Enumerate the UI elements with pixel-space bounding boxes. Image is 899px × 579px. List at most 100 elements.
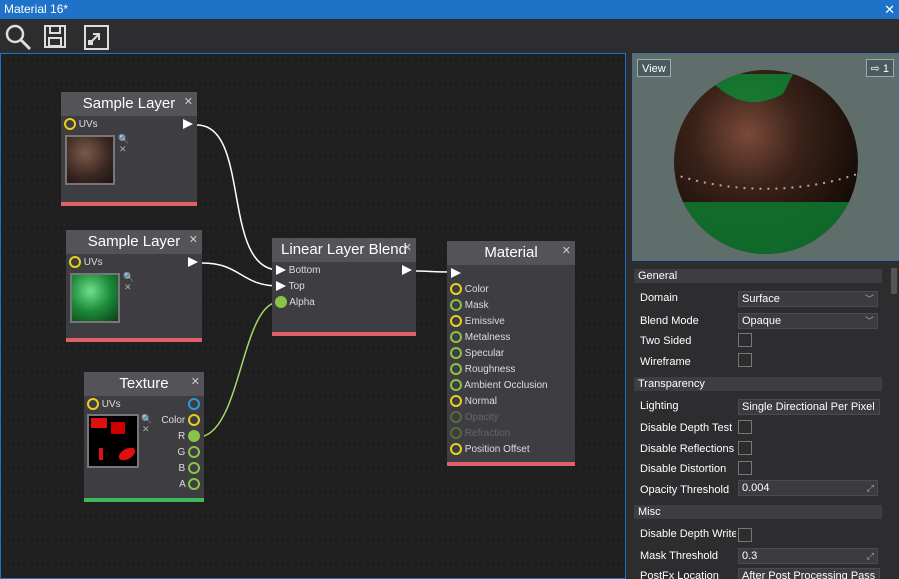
node-footer: [272, 332, 416, 336]
pin-label: B: [178, 463, 186, 474]
output-pin[interactable]: [188, 256, 198, 270]
close-node-icon[interactable]: ✕: [184, 90, 193, 114]
texture-node[interactable]: Texture ✕ UVs Color R G B A 🔍 ✕: [84, 372, 204, 502]
postfx-location-select[interactable]: After Post Processing Pass: [738, 568, 880, 579]
domain-select[interactable]: Surface ﹀: [738, 291, 878, 307]
opacity-threshold-label: Opacity Threshold: [640, 484, 730, 496]
clear-icon[interactable]: ✕: [142, 424, 150, 435]
pin-label: UVs: [83, 257, 103, 268]
wireframe-checkbox[interactable]: [738, 353, 752, 367]
save-icon[interactable]: [42, 23, 70, 51]
pin-label: Roughness: [464, 364, 516, 375]
texture-thumbnail: [87, 414, 139, 468]
layer-thumbnail: [65, 135, 115, 185]
emissive-input-pin[interactable]: Emissive: [450, 315, 505, 329]
position-offset-input-pin[interactable]: Position Offset: [450, 443, 530, 457]
mask-threshold-label: Mask Threshold: [640, 550, 719, 562]
uvs-input-pin[interactable]: UVs: [69, 256, 103, 270]
top-input-pin[interactable]: Top: [276, 280, 305, 294]
clear-icon[interactable]: ✕: [119, 144, 127, 155]
section-general[interactable]: General: [634, 269, 882, 283]
node-graph-canvas[interactable]: Sample Layer ✕ UVs 🔍 ✕ Sample Layer ✕ UVs …: [0, 53, 626, 579]
b-output-pin[interactable]: B: [179, 462, 200, 476]
lighting-select[interactable]: Single Directional Per Pixel: [738, 399, 880, 415]
window-title: Material 16*: [4, 2, 69, 16]
pin-label: G: [177, 447, 186, 458]
chevron-down-icon: ﹀: [864, 316, 874, 326]
drag-handle-icon[interactable]: ⤢: [867, 481, 874, 495]
blend-mode-label: Blend Mode: [640, 315, 699, 327]
node-footer: [61, 202, 197, 206]
sample-layer-node-2[interactable]: Sample Layer ✕ UVs 🔍 ✕: [66, 230, 202, 342]
pin-label: Color: [464, 284, 489, 295]
properties-panel[interactable]: General Domain Surface ﹀ Blend Mode Opaqu…: [632, 266, 899, 579]
node-title: Texture: [119, 375, 169, 392]
layer-thumbnail: [70, 273, 120, 323]
two-sided-checkbox[interactable]: [738, 333, 752, 347]
metalness-input-pin[interactable]: Metalness: [450, 331, 510, 345]
pin-label: R: [177, 431, 186, 442]
drag-handle-icon[interactable]: ⤢: [867, 549, 874, 563]
specular-input-pin[interactable]: Specular: [450, 347, 504, 361]
pin-label: Top: [288, 281, 305, 292]
disable-depth-test-label: Disable Depth Test: [640, 422, 733, 434]
blend-mode-select[interactable]: Opaque ﹀: [738, 313, 878, 329]
uvs-input-pin[interactable]: UVs: [87, 398, 121, 412]
opacity-input-pin[interactable]: Opacity: [450, 411, 499, 425]
close-node-icon[interactable]: ✕: [562, 239, 571, 263]
opacity-threshold-input[interactable]: 0.004 ⤢: [738, 480, 878, 496]
roughness-input-pin[interactable]: Roughness: [450, 363, 515, 377]
disable-reflections-checkbox[interactable]: [738, 441, 752, 455]
search-icon[interactable]: [4, 23, 32, 51]
uvs-input-pin[interactable]: UVs: [64, 118, 98, 132]
scrollbar[interactable]: [891, 268, 897, 294]
mask-input-pin[interactable]: Mask: [450, 299, 489, 313]
linear-layer-blend-node[interactable]: Linear Layer Blend ✕ Bottom Top Alpha: [272, 238, 416, 336]
normal-input-pin[interactable]: Normal: [450, 395, 497, 409]
output-pin[interactable]: [402, 264, 412, 278]
section-misc[interactable]: Misc: [634, 505, 882, 519]
a-output-pin[interactable]: A: [179, 478, 200, 492]
clear-icon[interactable]: ✕: [124, 282, 132, 293]
chevron-down-icon: ﹀: [864, 294, 874, 304]
material-node[interactable]: Material ✕ Color Mask Emissive Metalness …: [447, 241, 575, 466]
disable-depth-write-checkbox[interactable]: [738, 528, 752, 542]
color-output-pin[interactable]: Color: [161, 414, 200, 428]
alpha-input-pin[interactable]: Alpha: [275, 296, 315, 310]
disable-depth-write-label: Disable Depth Write: [640, 528, 736, 540]
pin-label: Bottom: [288, 265, 321, 276]
r-output-pin[interactable]: R: [178, 430, 200, 444]
output-pin-main[interactable]: [188, 398, 200, 412]
mask-threshold-value: 0.3: [742, 550, 758, 562]
close-node-icon[interactable]: ✕: [189, 228, 198, 252]
postfx-location-label: PostFx Location: [640, 570, 719, 579]
expand-icon[interactable]: [82, 23, 110, 51]
material-preview[interactable]: View ⇨ 1: [632, 53, 899, 261]
node-title: Linear Layer Blend: [281, 241, 407, 258]
pin-label: Ambient Occlusion: [464, 380, 548, 391]
section-transparency[interactable]: Transparency: [634, 377, 882, 391]
pin-label: Position Offset: [464, 444, 530, 455]
refraction-input-pin[interactable]: Refraction: [450, 427, 510, 441]
disable-depth-test-checkbox[interactable]: [738, 420, 752, 434]
wireframe-label: Wireframe: [640, 356, 691, 368]
sample-layer-node-1[interactable]: Sample Layer ✕ UVs 🔍 ✕: [61, 92, 197, 206]
g-output-pin[interactable]: G: [177, 446, 200, 460]
bottom-input-pin[interactable]: Bottom: [276, 264, 320, 278]
output-pin[interactable]: [183, 118, 193, 132]
ambient-occlusion-input-pin[interactable]: Ambient Occlusion: [450, 379, 548, 393]
preview-counter-button[interactable]: ⇨ 1: [865, 59, 894, 77]
preview-sphere: [674, 70, 858, 254]
counter-label: 1: [882, 63, 889, 75]
node-footer: [66, 338, 202, 342]
disable-distortion-checkbox[interactable]: [738, 461, 752, 475]
pin-label: Metalness: [464, 332, 511, 343]
domain-value: Surface: [742, 293, 780, 305]
color-input-pin[interactable]: Color: [450, 283, 489, 297]
layer-input-pin[interactable]: [451, 267, 461, 281]
view-button[interactable]: View: [637, 59, 671, 77]
mask-threshold-input[interactable]: 0.3 ⤢: [738, 548, 878, 564]
close-node-icon[interactable]: ✕: [403, 236, 412, 260]
close-node-icon[interactable]: ✕: [191, 370, 200, 394]
close-window-button[interactable]: ✕: [884, 0, 895, 19]
